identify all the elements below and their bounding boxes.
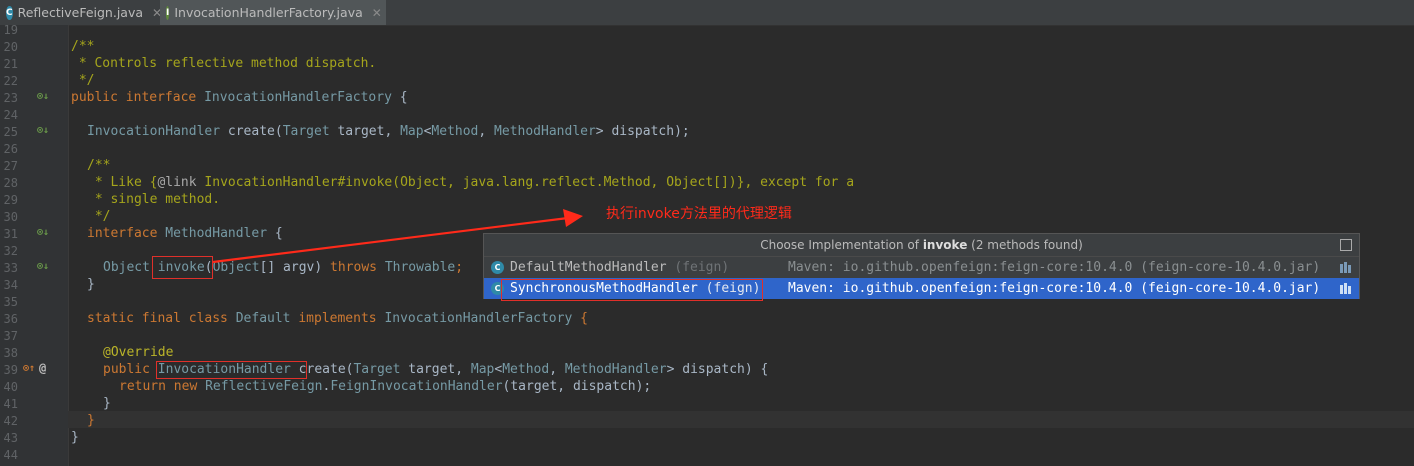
item-name: DefaultMethodHandler (feign): [510, 257, 729, 278]
annotation-text: 执行invoke方法里的代理逻辑: [606, 206, 792, 222]
popup-title: Choose Implementation of invoke (2 metho…: [484, 234, 1359, 257]
implementation-item[interactable]: C DefaultMethodHandler (feign) Maven: io…: [484, 257, 1359, 278]
highlight-box-synchronous: [501, 279, 763, 301]
class-icon: C: [491, 261, 504, 274]
library-icon: [1340, 283, 1351, 294]
pin-window-icon[interactable]: [1340, 239, 1352, 251]
maven-library: Maven: io.github.openfeign:feign-core:10…: [788, 260, 1321, 275]
title-prefix: Choose Implementation of: [760, 238, 923, 252]
package-name: (feign): [666, 260, 730, 275]
class-name: DefaultMethodHandler: [510, 260, 667, 275]
title-suffix: (2 methods found): [967, 238, 1083, 252]
arrow-head: [563, 209, 583, 227]
library-icon: [1340, 262, 1351, 273]
title-method: invoke: [922, 238, 968, 252]
maven-library: Maven: io.github.openfeign:feign-core:10…: [788, 281, 1321, 296]
